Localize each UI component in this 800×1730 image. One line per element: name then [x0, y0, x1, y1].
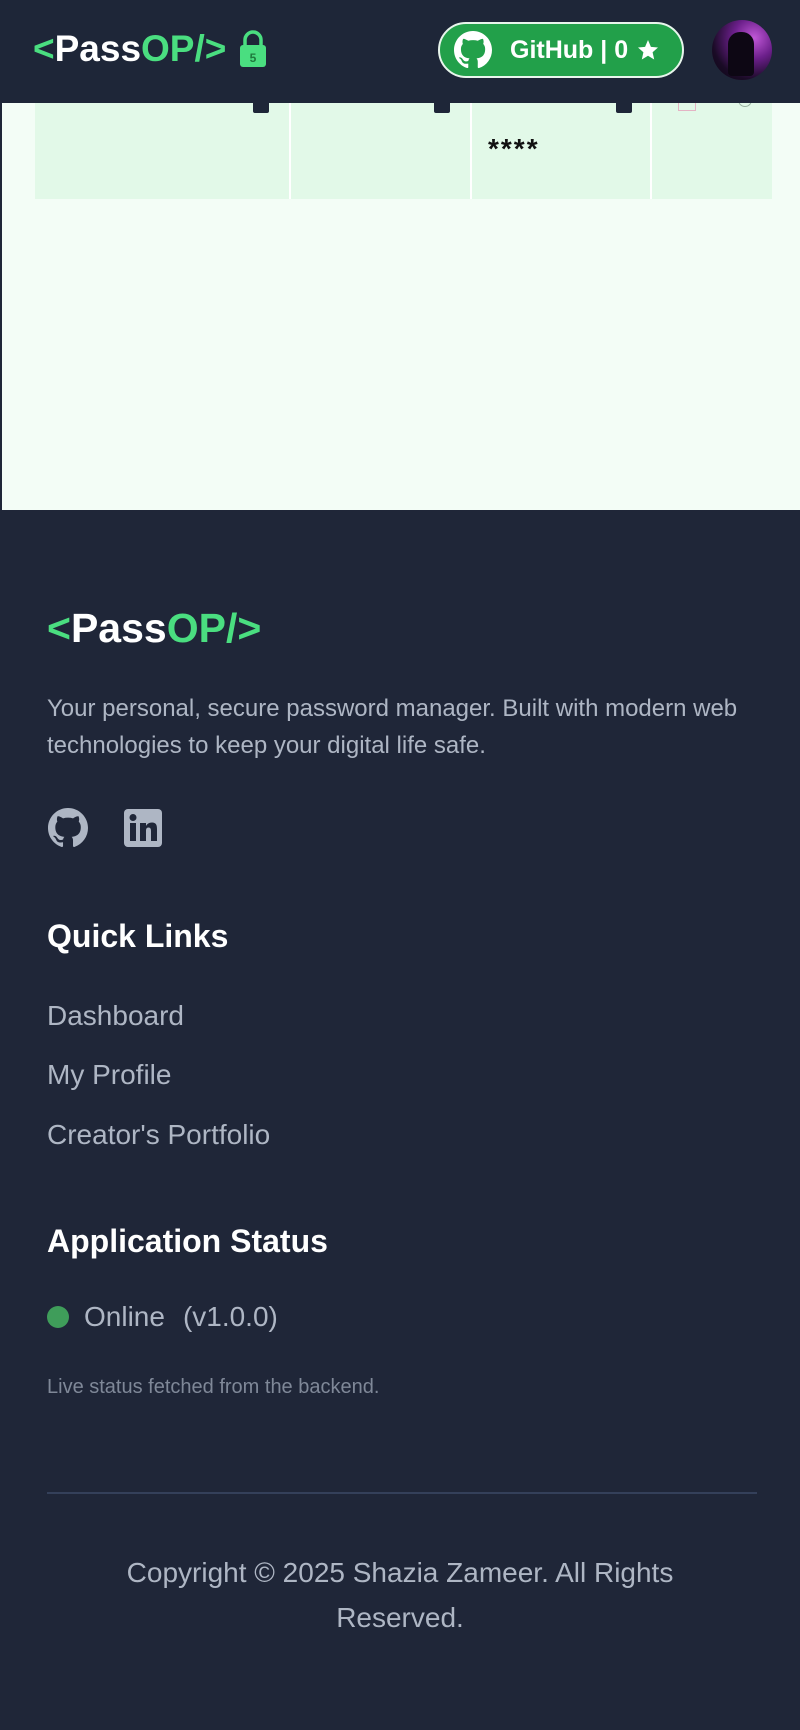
linkedin-icon[interactable]	[123, 808, 163, 848]
main-content: ****	[2, 93, 800, 510]
navbar-logo[interactable]: < Pass OP/ > 5	[33, 28, 270, 70]
logo-pass: Pass	[54, 28, 142, 69]
status-note: Live status fetched from the backend.	[47, 1376, 380, 1398]
footer-logo-bracket-open: <	[47, 605, 71, 651]
status-row: Online (v1.0.0)	[47, 1301, 278, 1333]
footer-logo-pass: Pass	[70, 605, 167, 651]
link-my-profile[interactable]: My Profile	[47, 1059, 171, 1091]
status-state: Online	[84, 1301, 165, 1332]
link-creators-portfolio[interactable]: Creator's Portfolio	[47, 1119, 270, 1151]
footer-description: Your personal, secure password manager. …	[47, 695, 738, 759]
password-mask: ****	[488, 133, 540, 164]
user-avatar[interactable]	[712, 20, 772, 80]
github-button-label: GitHub | 0	[510, 35, 629, 64]
footer-divider	[47, 1492, 757, 1494]
link-dashboard[interactable]: Dashboard	[47, 1000, 184, 1032]
footer-logo-op: OP/>	[166, 605, 262, 651]
logo-bracket-close: >	[204, 28, 227, 69]
navbar: < Pass OP/ > 5 GitHub | 0	[0, 0, 800, 103]
logo-bracket-open: <	[33, 28, 55, 69]
site-cell	[35, 95, 291, 199]
password-cell: ****	[472, 95, 652, 199]
username-cell	[291, 95, 472, 199]
application-status-heading: Application Status	[47, 1223, 328, 1259]
lock-badge-text: 5	[250, 51, 257, 65]
footer: <PassOP/> Your personal, secure password…	[0, 510, 800, 1730]
actions-cell	[652, 93, 772, 199]
avatar-silhouette	[728, 32, 754, 76]
github-icon	[454, 31, 492, 69]
lock-icon: 5	[236, 29, 270, 69]
github-star-button[interactable]: GitHub | 0	[438, 22, 684, 78]
status-version: (v1.0.0)	[182, 1301, 278, 1332]
password-table-row: ****	[35, 93, 772, 199]
status-dot-icon	[47, 1306, 69, 1328]
footer-logo[interactable]: <PassOP/>	[47, 605, 261, 652]
star-icon	[636, 38, 660, 62]
copyright-text: Copyright © 2025 Shazia Zameer. All Righ…	[126, 1557, 674, 1633]
github-icon[interactable]	[48, 808, 88, 848]
logo-op: OP/	[141, 28, 205, 69]
quick-links-heading: Quick Links	[47, 918, 229, 954]
